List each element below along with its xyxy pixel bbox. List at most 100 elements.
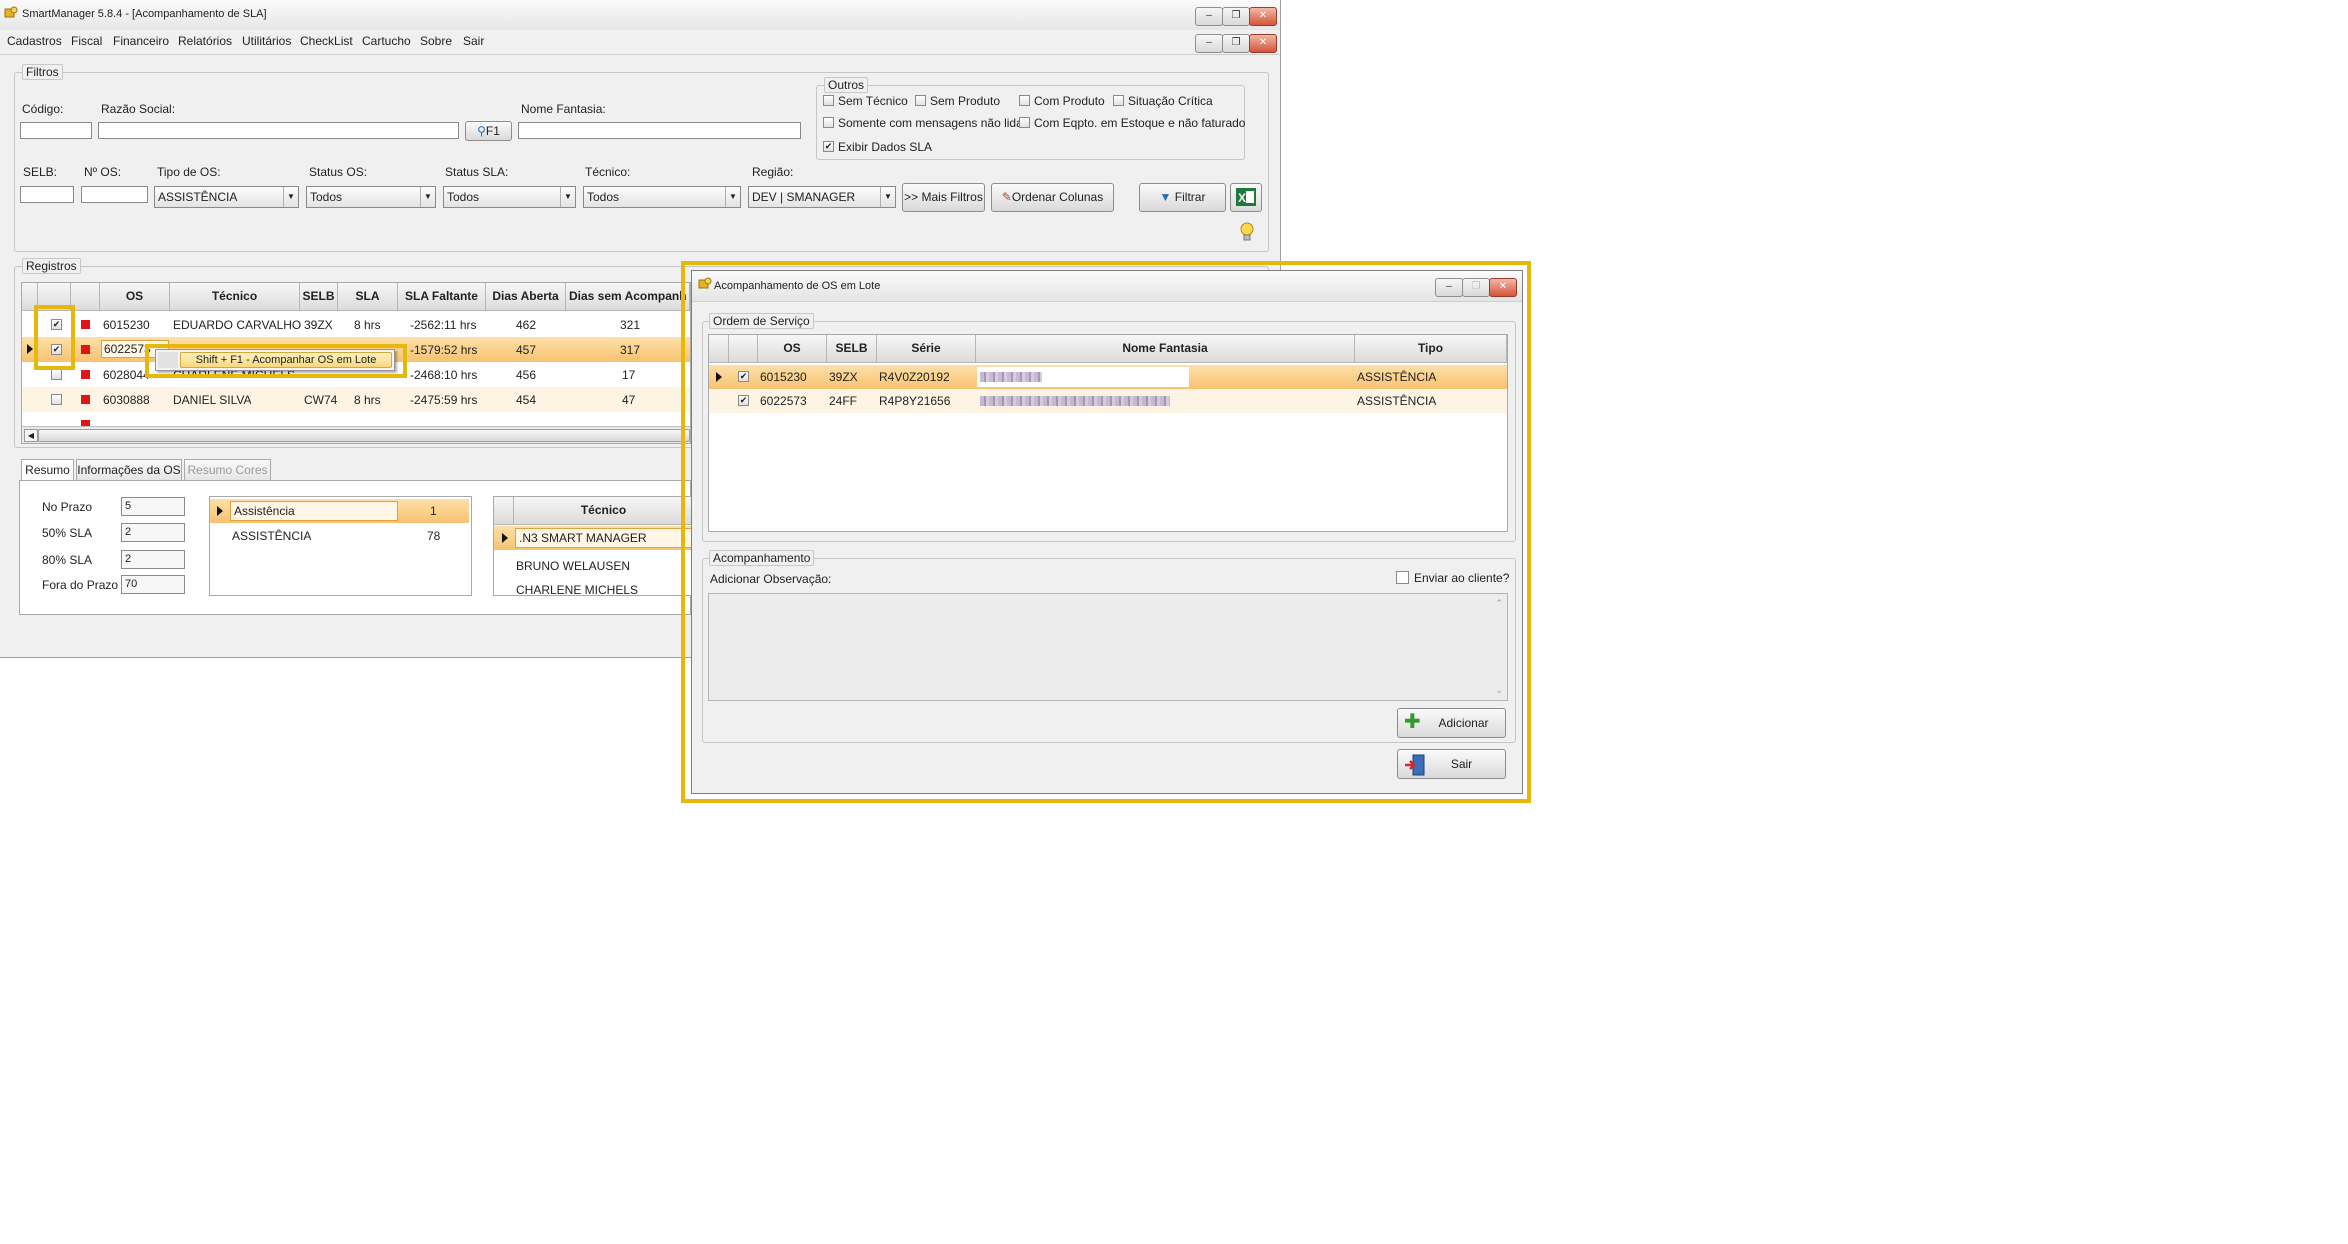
- com-eqpto-checkbox[interactable]: [1019, 117, 1030, 128]
- table-row[interactable]: ✔ 6015230 EDUARDO CARVALHO 39ZX 8 hrs -2…: [22, 312, 690, 337]
- observacao-textarea[interactable]: ⌃ ⌄: [708, 593, 1508, 701]
- horizontal-scrollbar[interactable]: ◀: [22, 426, 690, 443]
- table-row[interactable]: 6030888 DANIEL SILVA CW74 8 hrs -2475:59…: [22, 387, 690, 412]
- fora-prazo-label: Fora do Prazo: [42, 578, 119, 592]
- col-sla-faltante[interactable]: SLA Faltante: [398, 283, 486, 311]
- tab-resumo-cores[interactable]: Resumo Cores: [184, 459, 271, 481]
- no-prazo-value: 5: [121, 497, 185, 516]
- menu-sobre[interactable]: Sobre: [420, 34, 452, 48]
- maximize-button[interactable]: ❐: [1222, 7, 1250, 26]
- situacao-critica-checkbox[interactable]: [1113, 95, 1124, 106]
- col-os[interactable]: OS: [100, 283, 170, 311]
- status-sla-label: Status SLA:: [445, 165, 509, 179]
- mdi-minimize-button[interactable]: –: [1195, 34, 1223, 53]
- table-row[interactable]: ✔ 6022573 24FF R4P8Y21656 ASSISTÊNCIA: [709, 389, 1507, 413]
- row-checkbox[interactable]: ✔: [738, 371, 749, 382]
- menu-cadastros[interactable]: Cadastros: [7, 34, 62, 48]
- col-selb[interactable]: SELB: [827, 335, 877, 363]
- tab-resumo[interactable]: Resumo: [21, 459, 74, 481]
- excel-export-button[interactable]: X: [1230, 183, 1262, 212]
- status-os-select[interactable]: Todos ▼: [306, 186, 436, 208]
- tecnico-name: .N3 SMART MANAGER: [515, 528, 694, 548]
- exibir-dados-sla-checkbox[interactable]: ✔: [823, 141, 834, 152]
- cell-sla-faltante: -2562:11 hrs: [410, 318, 477, 332]
- selb-input[interactable]: [20, 186, 74, 203]
- adicionar-button[interactable]: ✚ Adicionar: [1397, 708, 1506, 738]
- menu-fiscal[interactable]: Fiscal: [71, 34, 102, 48]
- menu-cartucho[interactable]: Cartucho: [362, 34, 411, 48]
- dialog-close-button[interactable]: ✕: [1489, 278, 1517, 297]
- mais-filtros-button[interactable]: >> Mais Filtros: [902, 183, 985, 212]
- somente-mensagens-checkbox[interactable]: [823, 117, 834, 128]
- com-produto-checkbox[interactable]: [1019, 95, 1030, 106]
- cell-os: 6030888: [103, 393, 150, 407]
- sair-label: Sair: [1450, 757, 1473, 771]
- filtrar-button[interactable]: ▼ Filtrar: [1139, 183, 1226, 212]
- scroll-left-icon[interactable]: ◀: [24, 429, 38, 442]
- row-checkbox[interactable]: ✔: [738, 395, 749, 406]
- cell-serie: R4V0Z20192: [879, 370, 950, 384]
- p80-value: 2: [121, 550, 185, 569]
- regiao-select[interactable]: DEV | SMANAGER ▼: [748, 186, 896, 208]
- col-tipo[interactable]: Tipo: [1355, 335, 1507, 363]
- col-tecnico[interactable]: Técnico: [170, 283, 300, 311]
- col-tecnico[interactable]: Técnico: [514, 497, 694, 525]
- col-os[interactable]: OS: [758, 335, 827, 363]
- lightbulb-icon[interactable]: [1239, 221, 1255, 243]
- menu-relatorios[interactable]: Relatórios: [178, 34, 232, 48]
- col-selb[interactable]: SELB: [300, 283, 338, 311]
- p50-value: 2: [121, 523, 185, 542]
- list-item-selected[interactable]: Assistência 1: [210, 499, 469, 523]
- sair-button[interactable]: Sair: [1397, 749, 1506, 779]
- razao-social-input[interactable]: [98, 122, 459, 139]
- minimize-button[interactable]: –: [1195, 7, 1223, 26]
- tab-informacoes-os[interactable]: Informações da OS: [76, 459, 182, 481]
- chevron-down-icon: ▼: [725, 187, 740, 207]
- outros-legend: Outros: [824, 77, 869, 93]
- dialog-minimize-button[interactable]: –: [1435, 278, 1463, 297]
- close-button[interactable]: ✕: [1249, 7, 1277, 26]
- enviar-cliente-checkbox[interactable]: [1396, 571, 1409, 584]
- cell-dias-sem: 47: [622, 393, 636, 407]
- col-nome-fantasia[interactable]: Nome Fantasia: [976, 335, 1355, 363]
- menu-utilitarios[interactable]: Utilitários: [242, 34, 291, 48]
- razao-social-label: Razão Social:: [101, 102, 176, 116]
- nome-fantasia-input[interactable]: [518, 122, 801, 139]
- codigo-input[interactable]: [20, 122, 92, 139]
- scroll-up-icon[interactable]: ⌃: [1495, 598, 1503, 609]
- tecnico-name: BRUNO WELAUSEN: [516, 559, 631, 573]
- status-sla-value: Todos: [447, 190, 480, 204]
- row-checkbox[interactable]: [51, 394, 62, 405]
- list-item[interactable]: ASSISTÊNCIA 78: [210, 524, 469, 548]
- chevron-down-icon: ▼: [560, 187, 575, 207]
- blurred-text: [980, 372, 1042, 382]
- sem-tecnico-checkbox[interactable]: [823, 95, 834, 106]
- nos-input[interactable]: [81, 186, 148, 203]
- scroll-down-icon[interactable]: ⌄: [1495, 685, 1503, 696]
- mdi-close-button[interactable]: ✕: [1249, 34, 1277, 53]
- table-row-selected[interactable]: ✔ 6015230 39ZX R4V0Z20192 ASSISTÊNCIA: [709, 365, 1507, 389]
- menu-sair[interactable]: Sair: [463, 34, 484, 48]
- col-serie[interactable]: Série: [877, 335, 976, 363]
- scroll-thumb[interactable]: [38, 429, 690, 442]
- col-dias-aberta[interactable]: Dias Aberta: [486, 283, 566, 311]
- sem-produto-checkbox[interactable]: [915, 95, 926, 106]
- menu-financeiro[interactable]: Financeiro: [113, 34, 169, 48]
- col-sla[interactable]: SLA: [338, 283, 398, 311]
- row-checkbox[interactable]: [51, 369, 62, 380]
- f1-search-button[interactable]: ⚲F1: [465, 121, 512, 141]
- menu-checklist[interactable]: CheckList: [300, 34, 353, 48]
- tecnico-select[interactable]: Todos ▼: [583, 186, 741, 208]
- pencil-icon: ✎: [1001, 190, 1012, 204]
- tipo-count: 1: [430, 504, 437, 518]
- no-prazo-label: No Prazo: [42, 500, 93, 514]
- ordenar-colunas-button[interactable]: ✎Ordenar Colunas: [991, 183, 1114, 212]
- table-row[interactable]: [22, 412, 690, 426]
- col-dias-sem-acompanhamento[interactable]: Dias sem Acompanh: [566, 283, 690, 311]
- tipo-os-select[interactable]: ASSISTÊNCIA ▼: [154, 186, 299, 208]
- tipo-count: 78: [427, 529, 441, 543]
- filtros-legend: Filtros: [22, 64, 63, 80]
- mdi-maximize-button[interactable]: ❐: [1222, 34, 1250, 53]
- list-item-selected[interactable]: .N3 SMART MANAGER: [494, 526, 694, 550]
- status-sla-select[interactable]: Todos ▼: [443, 186, 576, 208]
